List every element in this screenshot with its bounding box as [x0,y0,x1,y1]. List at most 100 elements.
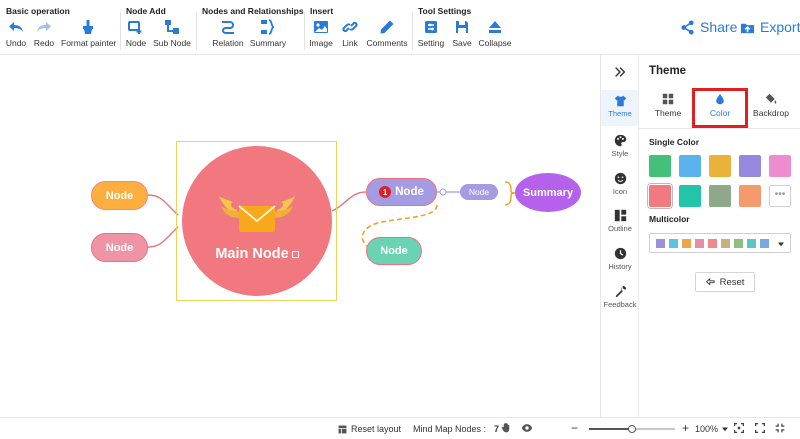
group-title: Insert [310,6,334,16]
summary-button[interactable]: Summary [241,19,295,51]
reset-layout-button[interactable]: Reset layout [338,424,401,434]
export-icon [740,23,755,33]
left-node-bottom[interactable]: Node [91,233,148,262]
zoom-level: 100% [695,424,719,434]
sub-node[interactable]: Node [460,184,498,200]
group-nodes-relationships: Nodes and Relationships Relation Summary [196,0,304,55]
node-label: Node [380,245,408,257]
node-label: Node [105,189,134,202]
share-icon [681,19,694,35]
main-node[interactable]: Main Node [182,146,332,296]
add-subnode-icon [165,20,179,34]
outline-icon [614,209,626,222]
clock-icon [614,247,626,260]
panel-tab-color[interactable]: Color [692,88,748,128]
group-title: Nodes and Relationships [202,6,304,16]
collapse-handle[interactable] [439,188,447,196]
zoom-slider[interactable] [589,425,675,433]
side-tab-history[interactable]: History [601,243,639,279]
multicolor-chip [721,239,730,248]
node-count-label: Mind Map Nodes : [413,424,487,434]
color-swatch[interactable] [769,155,791,177]
node-label: Node [468,187,490,197]
color-swatch[interactable] [649,185,671,207]
side-tab-icon[interactable]: Icon [601,168,639,204]
chevron-down-icon [722,427,729,432]
color-swatch[interactable] [739,185,761,207]
panel-tab-backdrop[interactable]: Backdrop [748,93,794,123]
zoom-slider-fill [589,428,632,430]
shirt-icon [614,95,626,107]
hand-tool-button[interactable] [501,422,512,433]
dropdown-caret-icon [778,242,784,247]
node-label: Node [395,186,424,198]
exit-fullscreen-icon [775,423,785,433]
mindmap-canvas[interactable]: Main Node Node Node 1 Node Node Summary … [0,55,600,417]
zoom-out-button[interactable]: − [571,421,578,435]
reset-layout-label: Reset layout [351,424,402,434]
child-node[interactable]: Node [366,237,422,265]
side-tab-style[interactable]: Style [601,130,639,166]
group-title: Tool Settings [418,6,472,16]
group-title: Node Add [126,6,166,16]
note-icon [291,250,299,258]
grid-icon [662,93,674,105]
collapse-panel-button[interactable] [601,61,639,83]
export-button[interactable]: Export [740,17,800,37]
collapse-button[interactable]: Collapse [468,19,522,51]
left-node-top[interactable]: Node [91,181,148,210]
paint-bucket-icon [765,93,777,104]
zoom-in-button[interactable]: + [682,421,689,435]
add-subnode-button[interactable]: Sub Node [145,19,199,51]
fullscreen-icon [755,423,765,433]
more-colors-button[interactable]: ••• [769,185,791,207]
multicolor-chip [656,239,665,248]
comment-badge[interactable]: 1 [379,186,392,198]
color-swatch[interactable] [739,155,761,177]
group-node-add: Node Add Node Sub Node [120,0,196,55]
add-node-icon [128,21,142,34]
wrench-icon [615,285,626,298]
reset-arrow-icon [705,277,715,286]
export-label: Export [760,19,800,35]
multicolor-select[interactable] [649,233,791,253]
multicolor-chip [760,239,769,248]
share-button[interactable]: Share [680,17,737,37]
right-node[interactable]: 1 Node [366,178,437,206]
preview-button[interactable] [521,422,533,434]
hand-icon [501,422,510,433]
palette-icon [614,134,626,147]
node-count: Mind Map Nodes : 7 [413,424,499,434]
share-label: Share [700,19,738,35]
color-swatch[interactable] [709,155,731,177]
single-color-title: Single Color [649,137,700,147]
reset-button[interactable]: Reset [695,272,755,292]
zoom-level-select[interactable]: 100% [695,424,729,434]
side-tab-feedback[interactable]: Feedback [601,281,639,317]
summary-node[interactable]: Summary [515,173,581,212]
color-swatch[interactable] [679,155,701,177]
format-painter-icon [83,20,93,34]
color-swatch[interactable] [649,155,671,177]
reset-label: Reset [719,276,745,288]
pencil-icon [380,20,394,34]
layout-icon [338,425,347,433]
zoom-slider-handle[interactable] [628,425,636,433]
double-chevron-right-icon [615,67,626,77]
fit-view-button[interactable] [734,423,744,433]
summary-label: Summary [522,186,574,199]
side-tab-outline[interactable]: Outline [601,205,639,241]
tab-divider [639,128,800,129]
format-painter-button[interactable]: Format painter [61,19,116,51]
fullscreen-button[interactable] [755,423,765,433]
collapse-icon [489,21,501,33]
group-basic-operation: Basic operation Undo Redo Format painter [0,0,120,55]
exit-fullscreen-button[interactable] [775,423,785,433]
color-swatch[interactable] [709,185,731,207]
color-swatch[interactable] [679,185,701,207]
multicolor-chip [682,239,691,248]
side-tab-theme[interactable]: Theme [601,90,639,126]
eye-icon [521,424,533,432]
redo-icon [37,22,51,32]
panel-tab-theme[interactable]: Theme [645,93,691,123]
